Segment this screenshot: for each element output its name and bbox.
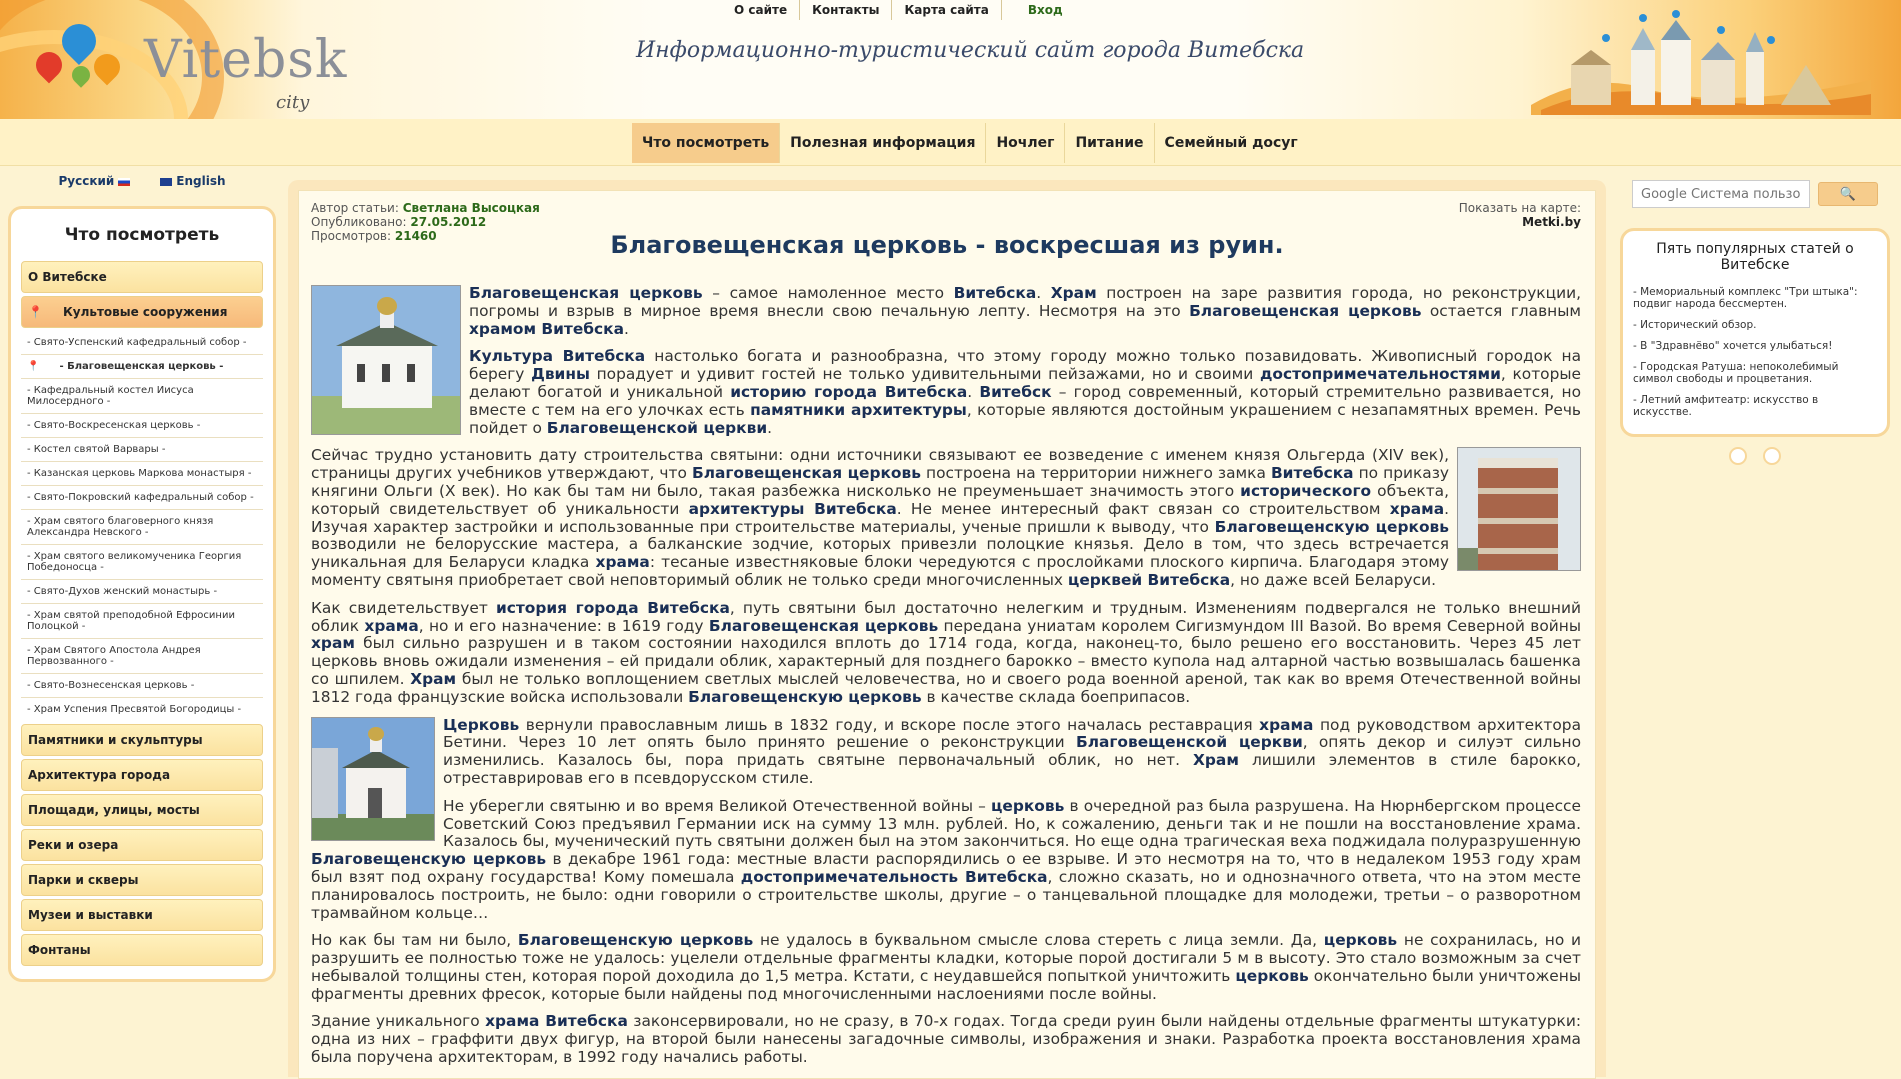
article-body: Благовещенская церковь – самое намоленно… (311, 284, 1582, 1067)
language-switcher: Русский English (8, 170, 276, 206)
sidebar-sub-item[interactable]: - Храм Успения Пресвятой Богородицы - (21, 698, 263, 721)
sidebar-cat-religious[interactable]: 📍 Культовые сооружения (21, 296, 263, 328)
church-exterior-photo[interactable] (311, 716, 435, 841)
pin-orange-icon (88, 48, 126, 86)
popular-item[interactable]: - Исторический обзор. (1631, 316, 1879, 337)
sidebar-sub-item[interactable]: - Костел святой Варвары - (21, 438, 263, 462)
article-title: Благовещенская церковь - воскресшая из р… (610, 231, 1284, 259)
search-button[interactable]: 🔍 (1818, 182, 1878, 206)
sidebar-cat-monuments[interactable]: Памятники и скульптуры (21, 724, 263, 756)
pin-map-icon: 📍 (27, 361, 40, 372)
popular-item[interactable]: - Летний амфитеатр: искусство в искусств… (1631, 391, 1879, 424)
top-menu-about[interactable]: О сайте (722, 0, 801, 20)
lang-russian[interactable]: Русский (58, 174, 131, 188)
city-skyline-illustration (1531, 10, 1871, 115)
search-input[interactable] (1632, 180, 1810, 208)
russia-flag-icon (118, 177, 131, 186)
top-menu-login[interactable]: Вход (1002, 0, 1075, 20)
article-author: Светлана Высоцкая (402, 201, 540, 215)
lang-english[interactable]: English (160, 174, 226, 188)
sidebar-cat-religious-label: Культовые сооружения (62, 305, 228, 319)
uk-flag-icon (160, 177, 173, 186)
carousel-dot[interactable] (1729, 447, 1747, 465)
nav-family-leisure[interactable]: Семейный досуг (1155, 123, 1308, 163)
sidebar-sub-item[interactable]: - Храм святого благоверного князя Алекса… (21, 510, 263, 545)
map-link[interactable]: Metki.by (1522, 215, 1581, 229)
published-label: Опубликовано: (311, 215, 407, 229)
sidebar-sub-label: - Благовещенская церковь - (59, 361, 224, 372)
right-sidebar: 🔍 Пять популярных статей о Витебске - Ме… (1620, 178, 1890, 469)
wall-masonry-photo[interactable] (1457, 447, 1581, 572)
site-tagline: Информационно-туристический сайт города … (636, 38, 1305, 63)
sidebar-title: Что посмотреть (64, 225, 220, 245)
logo-sub: city (276, 92, 310, 113)
sidebar-cat-rivers[interactable]: Реки и озера (21, 829, 263, 861)
popular-title: Пять популярных статей о Витебске (1656, 241, 1854, 273)
sidebar-menu-panel: Что посмотреть О Витебске 📍 Культовые со… (8, 206, 276, 982)
map-note: Показать на карте: Metki.by (1459, 201, 1581, 229)
sidebar-sub-item[interactable]: - Свято-Покровский кафедральный собор - (21, 486, 263, 510)
popular-articles-panel: Пять популярных статей о Витебске - Мемо… (1620, 228, 1890, 437)
top-menu: О сайте Контакты Карта сайта Вход (722, 0, 1075, 20)
sidebar-cat-fountains[interactable]: Фонтаны (21, 934, 263, 966)
top-menu-contacts[interactable]: Контакты (800, 0, 893, 20)
nav-food[interactable]: Питание (1065, 123, 1155, 163)
search-icon: 🔍 (1839, 186, 1857, 201)
sidebar-sub-item[interactable]: - Свято-Духов женский монастырь - (21, 580, 263, 604)
site-header: Vitebsk city О сайте Контакты Карта сайт… (0, 0, 1901, 119)
sidebar-sub-item[interactable]: - Храм Святого Апостола Андрея Первозван… (21, 639, 263, 674)
church-photo[interactable] (311, 285, 461, 435)
article-date: 27.05.2012 (410, 215, 487, 229)
sidebar-cat-squares[interactable]: Площади, улицы, мосты (21, 794, 263, 826)
sidebar-sub-item[interactable]: - Кафедральный костел Иисуса Милосердног… (21, 379, 263, 414)
site-logo[interactable]: Vitebsk city (30, 16, 346, 113)
sidebar-sub-item-current[interactable]: 📍 - Благовещенская церковь - (21, 355, 263, 379)
popular-item[interactable]: - В "Здравнёво" хочется улыбаться! (1631, 337, 1879, 358)
map-label: Показать на карте: (1458, 201, 1581, 215)
sidebar-cat-about[interactable]: О Витебске (21, 261, 263, 293)
sidebar-sub-item[interactable]: - Свято-Вознесенская церковь - (21, 674, 263, 698)
pin-map-icon: 📍 (28, 305, 43, 319)
popular-item[interactable]: - Мемориальный комплекс "Три штыка": под… (1631, 283, 1879, 316)
sidebar-sub-item[interactable]: - Казанская церковь Маркова монастыря - (21, 462, 263, 486)
sidebar-cat-parks[interactable]: Парки и скверы (21, 864, 263, 896)
sidebar-sub-item[interactable]: - Свято-Воскресенская церковь - (21, 414, 263, 438)
carousel-dot[interactable] (1763, 447, 1781, 465)
nav-useful-info[interactable]: Полезная информация (780, 123, 987, 163)
nav-lodging[interactable]: Ночлег (986, 123, 1066, 163)
sidebar-sub-item[interactable]: - Свято-Успенский кафедральный собор - (21, 331, 263, 355)
left-sidebar: Русский English Что посмотреть О Витебск… (8, 170, 276, 982)
lang-russian-label: Русский (58, 174, 115, 188)
pin-green-icon (68, 62, 94, 88)
top-menu-sitemap[interactable]: Карта сайта (892, 0, 1002, 20)
sidebar-cat-museums[interactable]: Музеи и выставки (21, 899, 263, 931)
nav-what-to-see[interactable]: Что посмотреть (632, 123, 781, 163)
content-area: Автор статьи: Светлана Высоцкая Опублико… (288, 180, 1606, 1079)
article-container: Автор статьи: Светлана Высоцкая Опублико… (298, 190, 1596, 1079)
map-link-label: Metki.by (1522, 215, 1581, 229)
logo-word: Vitebsk (144, 30, 348, 90)
author-label: Автор статьи: (311, 201, 399, 215)
pin-red-icon (30, 46, 68, 84)
sidebar-sub-item[interactable]: - Храм святой преподобной Ефросинии Поло… (21, 604, 263, 639)
sidebar-cat-architecture[interactable]: Архитектура города (21, 759, 263, 791)
lang-english-label: English (176, 174, 226, 188)
search-box: 🔍 (1620, 178, 1890, 210)
sidebar-sub-item[interactable]: - Храм святого великомученика Георгия По… (21, 545, 263, 580)
popular-item[interactable]: - Городская Ратуша: непоколебимый символ… (1631, 358, 1879, 391)
carousel-dots (1620, 447, 1890, 469)
main-navigation: Что посмотреть Полезная информация Ночле… (0, 119, 1901, 166)
